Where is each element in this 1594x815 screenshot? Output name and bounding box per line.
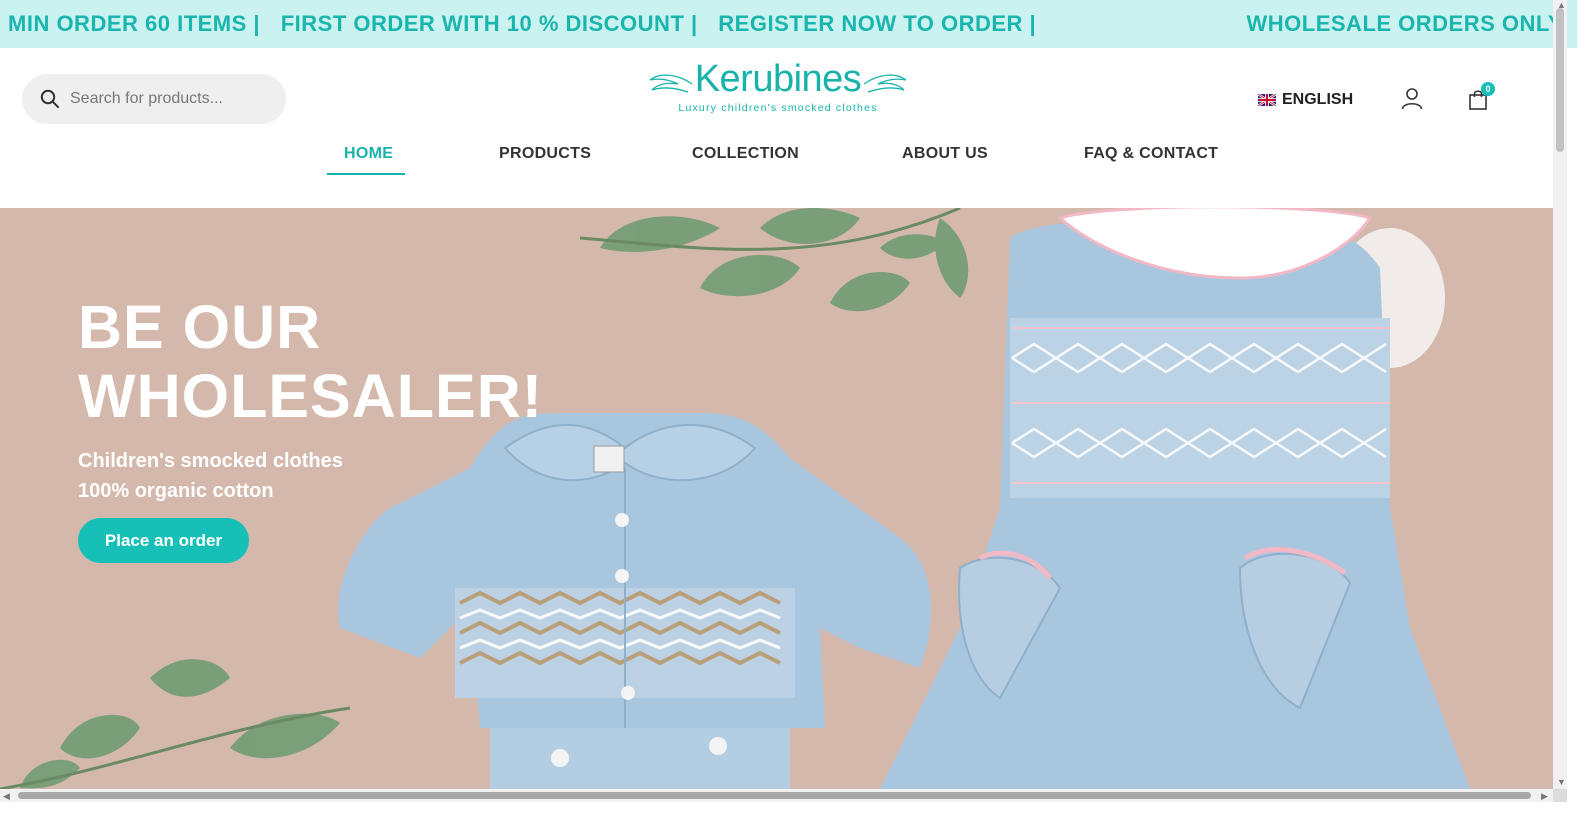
site-logo[interactable]: Kerubines Luxury children's smocked clot… bbox=[648, 56, 908, 118]
scroll-left-arrow-icon[interactable]: ◀ bbox=[3, 791, 10, 801]
uk-flag-icon bbox=[1258, 94, 1276, 106]
hero-banner: BE OUR WHOLESALER! Children's smocked cl… bbox=[0, 208, 1553, 789]
search-box[interactable] bbox=[22, 74, 286, 124]
announcement-item: REGISTER NOW TO ORDER | bbox=[718, 11, 1037, 36]
user-account-icon[interactable] bbox=[1400, 86, 1424, 110]
hero-title-line: BE OUR bbox=[78, 293, 322, 361]
scrollbar-corner bbox=[1553, 789, 1567, 802]
hero-subtitle-line: 100% organic cotton bbox=[78, 480, 274, 502]
announcement-item: FIRST ORDER WITH 10 % DISCOUNT | bbox=[280, 11, 698, 36]
vertical-scrollbar-thumb[interactable] bbox=[1556, 8, 1564, 152]
hero-subtitle-line: Children's smocked clothes bbox=[78, 450, 343, 472]
nav-item-collection[interactable]: COLLECTION bbox=[692, 145, 799, 163]
nav-active-underline bbox=[327, 173, 405, 175]
leaves-top-illustration bbox=[600, 208, 969, 312]
announcement-item: MIN ORDER 60 ITEMS | bbox=[8, 11, 261, 36]
cart-count-badge: 0 bbox=[1481, 82, 1495, 96]
logo-name: Kerubines bbox=[694, 58, 862, 100]
girl-dress-illustration bbox=[880, 208, 1470, 789]
place-order-button[interactable]: Place an order bbox=[78, 518, 249, 563]
language-label: ENGLISH bbox=[1282, 91, 1354, 108]
search-icon bbox=[40, 89, 59, 108]
scroll-right-arrow-icon[interactable]: ▶ bbox=[1541, 791, 1548, 801]
logo-tagline: Luxury children's smocked clothes bbox=[678, 102, 878, 114]
horizontal-scrollbar-thumb[interactable] bbox=[18, 792, 1531, 799]
site-header: Kerubines Luxury children's smocked clot… bbox=[0, 48, 1577, 208]
announcement-left: MIN ORDER 60 ITEMS | FIRST ORDER WITH 10… bbox=[8, 11, 1050, 37]
scroll-down-arrow-icon[interactable]: ▼ bbox=[1557, 777, 1566, 787]
hero-title: BE OUR WHOLESALER! bbox=[78, 293, 544, 431]
leaves-bottom-illustration bbox=[20, 659, 340, 789]
announcement-bar: MIN ORDER 60 ITEMS | FIRST ORDER WITH 10… bbox=[0, 0, 1577, 48]
scroll-up-arrow-icon[interactable]: ▲ bbox=[1557, 0, 1566, 10]
main-nav: HOME PRODUCTS COLLECTION ABOUT US FAQ & … bbox=[0, 145, 1577, 177]
hero-title-line: WHOLESALER! bbox=[78, 362, 544, 430]
announcement-right: WHOLESALE ORDERS ONLY bbox=[1246, 11, 1563, 36]
hero-subtitle: Children's smocked clothes 100% organic … bbox=[78, 446, 498, 506]
nav-item-faq-contact[interactable]: FAQ & CONTACT bbox=[1084, 145, 1218, 163]
language-selector[interactable]: ENGLISH bbox=[1258, 91, 1353, 109]
nav-item-products[interactable]: PRODUCTS bbox=[499, 145, 591, 163]
nav-item-home[interactable]: HOME bbox=[344, 145, 393, 163]
nav-item-about-us[interactable]: ABOUT US bbox=[902, 145, 988, 163]
search-input[interactable] bbox=[70, 74, 280, 124]
